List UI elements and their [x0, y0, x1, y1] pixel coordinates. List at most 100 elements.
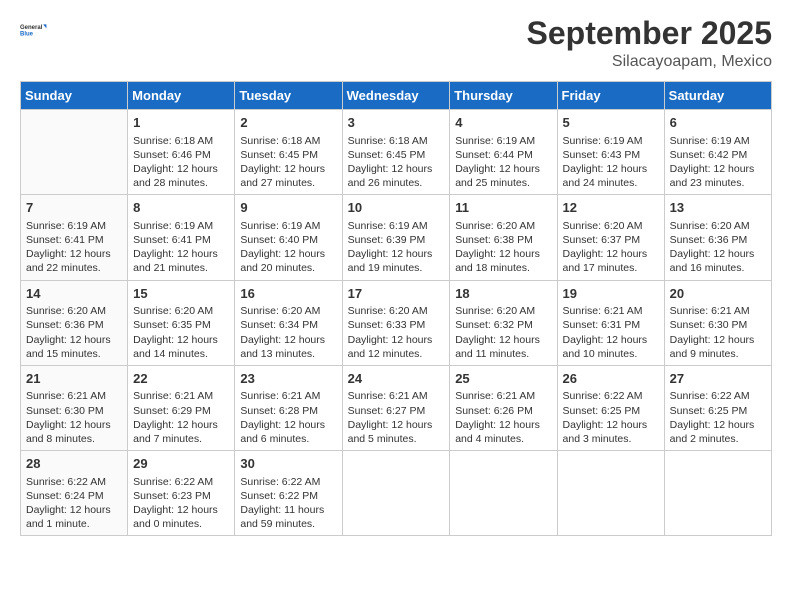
day-info: Sunrise: 6:19 AM — [455, 134, 551, 148]
calendar-cell: 17Sunrise: 6:20 AMSunset: 6:33 PMDayligh… — [342, 280, 450, 365]
day-number: 13 — [670, 199, 766, 217]
week-row-3: 14Sunrise: 6:20 AMSunset: 6:36 PMDayligh… — [21, 280, 772, 365]
day-info: Daylight: 12 hours and 8 minutes. — [26, 418, 122, 446]
day-info: Sunrise: 6:21 AM — [26, 389, 122, 403]
day-info: Daylight: 12 hours and 3 minutes. — [563, 418, 659, 446]
day-info: Sunrise: 6:22 AM — [563, 389, 659, 403]
day-info: Sunset: 6:45 PM — [348, 148, 445, 162]
day-info: Sunrise: 6:20 AM — [455, 304, 551, 318]
svg-text:Blue: Blue — [20, 32, 34, 38]
day-info: Daylight: 12 hours and 5 minutes. — [348, 418, 445, 446]
day-number: 17 — [348, 285, 445, 303]
calendar-cell — [342, 451, 450, 536]
day-number: 23 — [240, 370, 336, 388]
day-info: Sunset: 6:46 PM — [133, 148, 229, 162]
day-info: Sunrise: 6:22 AM — [26, 475, 122, 489]
day-info: Daylight: 12 hours and 13 minutes. — [240, 333, 336, 361]
day-info: Sunrise: 6:18 AM — [240, 134, 336, 148]
calendar-cell: 5Sunrise: 6:19 AMSunset: 6:43 PMDaylight… — [557, 110, 664, 195]
day-info: Daylight: 12 hours and 24 minutes. — [563, 162, 659, 190]
day-info: Sunset: 6:40 PM — [240, 233, 336, 247]
day-info: Sunrise: 6:22 AM — [133, 475, 229, 489]
calendar-cell: 9Sunrise: 6:19 AMSunset: 6:40 PMDaylight… — [235, 195, 342, 280]
day-info: Sunset: 6:29 PM — [133, 404, 229, 418]
day-number: 3 — [348, 114, 445, 132]
calendar-cell: 13Sunrise: 6:20 AMSunset: 6:36 PMDayligh… — [664, 195, 771, 280]
day-info: Sunrise: 6:21 AM — [240, 389, 336, 403]
day-info: Sunrise: 6:18 AM — [133, 134, 229, 148]
day-info: Sunrise: 6:21 AM — [455, 389, 551, 403]
week-row-4: 21Sunrise: 6:21 AMSunset: 6:30 PMDayligh… — [21, 365, 772, 450]
calendar-cell: 8Sunrise: 6:19 AMSunset: 6:41 PMDaylight… — [128, 195, 235, 280]
day-number: 6 — [670, 114, 766, 132]
day-info: Sunset: 6:41 PM — [133, 233, 229, 247]
header: GeneralBlue September 2025 Silacayoapam,… — [20, 16, 772, 71]
calendar-cell: 15Sunrise: 6:20 AMSunset: 6:35 PMDayligh… — [128, 280, 235, 365]
day-info: Daylight: 12 hours and 21 minutes. — [133, 247, 229, 275]
day-number: 30 — [240, 455, 336, 473]
day-info: Sunset: 6:25 PM — [563, 404, 659, 418]
day-info: Sunrise: 6:19 AM — [240, 219, 336, 233]
day-number: 2 — [240, 114, 336, 132]
day-info: Daylight: 12 hours and 6 minutes. — [240, 418, 336, 446]
day-info: Sunset: 6:32 PM — [455, 318, 551, 332]
calendar-cell: 2 Sunrise: 6:18 AMSunset: 6:45 PMDaylight… — [235, 110, 342, 195]
calendar-cell: 3Sunrise: 6:18 AMSunset: 6:45 PMDaylight… — [342, 110, 450, 195]
day-info: Sunset: 6:38 PM — [455, 233, 551, 247]
day-number: 24 — [348, 370, 445, 388]
calendar-cell: 27Sunrise: 6:22 AMSunset: 6:25 PMDayligh… — [664, 365, 771, 450]
day-info: Sunrise: 6:20 AM — [26, 304, 122, 318]
day-number: 10 — [348, 199, 445, 217]
day-info: Sunset: 6:39 PM — [348, 233, 445, 247]
day-number: 15 — [133, 285, 229, 303]
day-info: Sunset: 6:30 PM — [670, 318, 766, 332]
day-info: Daylight: 12 hours and 7 minutes. — [133, 418, 229, 446]
day-info: Sunrise: 6:21 AM — [563, 304, 659, 318]
calendar-header-monday: Monday — [128, 82, 235, 110]
calendar: SundayMondayTuesdayWednesdayThursdayFrid… — [20, 81, 772, 536]
calendar-cell: 7Sunrise: 6:19 AMSunset: 6:41 PMDaylight… — [21, 195, 128, 280]
day-info: Sunrise: 6:20 AM — [670, 219, 766, 233]
day-info: Sunset: 6:45 PM — [240, 148, 336, 162]
day-info: Sunrise: 6:20 AM — [348, 304, 445, 318]
day-info: Daylight: 12 hours and 12 minutes. — [348, 333, 445, 361]
week-row-2: 7Sunrise: 6:19 AMSunset: 6:41 PMDaylight… — [21, 195, 772, 280]
day-info: Daylight: 12 hours and 10 minutes. — [563, 333, 659, 361]
day-number: 12 — [563, 199, 659, 217]
day-info: Sunrise: 6:21 AM — [133, 389, 229, 403]
calendar-header-thursday: Thursday — [450, 82, 557, 110]
day-number: 5 — [563, 114, 659, 132]
calendar-cell: 19Sunrise: 6:21 AMSunset: 6:31 PMDayligh… — [557, 280, 664, 365]
day-info: Sunset: 6:43 PM — [563, 148, 659, 162]
calendar-cell: 24Sunrise: 6:21 AMSunset: 6:27 PMDayligh… — [342, 365, 450, 450]
day-info: Sunrise: 6:20 AM — [133, 304, 229, 318]
day-info: Daylight: 12 hours and 27 minutes. — [240, 162, 336, 190]
day-info: Sunset: 6:37 PM — [563, 233, 659, 247]
day-info: Sunrise: 6:20 AM — [563, 219, 659, 233]
calendar-cell: 4Sunrise: 6:19 AMSunset: 6:44 PMDaylight… — [450, 110, 557, 195]
calendar-cell: 29Sunrise: 6:22 AMSunset: 6:23 PMDayligh… — [128, 451, 235, 536]
day-info: Sunrise: 6:19 AM — [670, 134, 766, 148]
calendar-cell: 11Sunrise: 6:20 AMSunset: 6:38 PMDayligh… — [450, 195, 557, 280]
day-number: 27 — [670, 370, 766, 388]
day-info: Sunset: 6:42 PM — [670, 148, 766, 162]
day-info: Sunset: 6:41 PM — [26, 233, 122, 247]
day-number: 14 — [26, 285, 122, 303]
day-info: Sunset: 6:22 PM — [240, 489, 336, 503]
day-number: 16 — [240, 285, 336, 303]
day-info: Daylight: 12 hours and 22 minutes. — [26, 247, 122, 275]
day-info: Sunset: 6:44 PM — [455, 148, 551, 162]
day-info: Sunset: 6:35 PM — [133, 318, 229, 332]
day-info: Daylight: 12 hours and 9 minutes. — [670, 333, 766, 361]
day-number: 7 — [26, 199, 122, 217]
day-info: Sunset: 6:25 PM — [670, 404, 766, 418]
day-info: Sunset: 6:23 PM — [133, 489, 229, 503]
day-info: Sunset: 6:36 PM — [670, 233, 766, 247]
day-info: Sunset: 6:34 PM — [240, 318, 336, 332]
calendar-cell — [450, 451, 557, 536]
calendar-header-wednesday: Wednesday — [342, 82, 450, 110]
calendar-header-saturday: Saturday — [664, 82, 771, 110]
calendar-header-sunday: Sunday — [21, 82, 128, 110]
day-number: 25 — [455, 370, 551, 388]
day-number: 18 — [455, 285, 551, 303]
